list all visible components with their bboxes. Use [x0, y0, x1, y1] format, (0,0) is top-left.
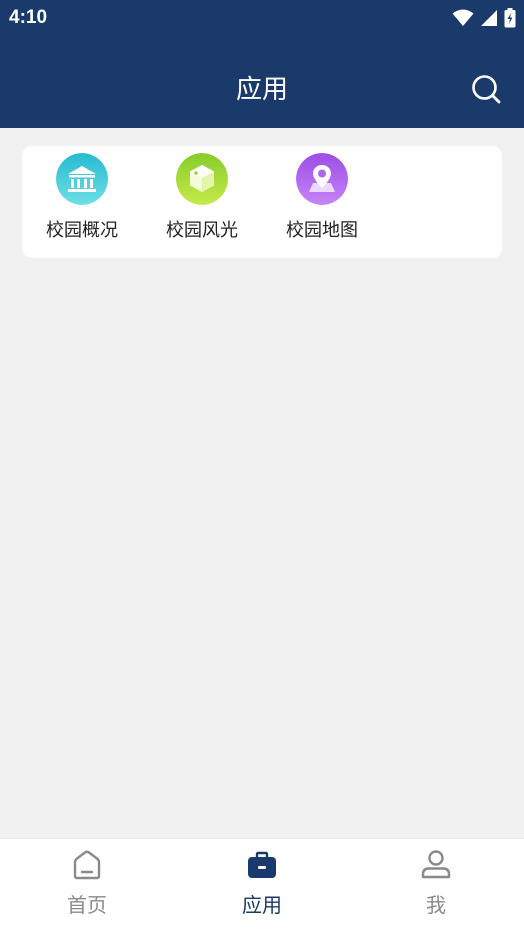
- header: 4:10 应用: [0, 0, 524, 128]
- app-campus-scenery[interactable]: 校园风光: [142, 146, 262, 258]
- apps-card: 校园概况 校园风光 校园地图: [22, 146, 502, 258]
- app-label: 校园概况: [46, 220, 118, 241]
- status-time: 4:10: [9, 7, 48, 28]
- app-campus-map[interactable]: 校园地图: [262, 146, 382, 258]
- campus-building-icon: [56, 153, 108, 205]
- cellular-signal-icon: [481, 10, 497, 26]
- nav-item-me[interactable]: 我: [349, 839, 523, 933]
- cube-icon: [176, 153, 228, 205]
- map-pin-icon: [296, 153, 348, 205]
- search-icon: [472, 75, 501, 104]
- app-label: 校园地图: [286, 220, 358, 241]
- nav-label: 首页: [67, 893, 107, 917]
- search-button[interactable]: [470, 73, 502, 105]
- app-screen: 4:10 应用 校园概况 校园风光 校园地图 首页 应用 我: [0, 0, 524, 933]
- nav-label: 应用: [242, 893, 282, 917]
- status-icons: [452, 6, 516, 30]
- nav-item-home[interactable]: 首页: [0, 839, 174, 933]
- page-title: 应用: [235, 75, 288, 105]
- bottom-nav: 首页 应用 我: [0, 838, 524, 933]
- app-label: 校园风光: [166, 220, 238, 241]
- app-campus-overview[interactable]: 校园概况: [22, 146, 142, 258]
- wifi-icon: [452, 9, 474, 26]
- battery-charging-icon: [504, 8, 516, 28]
- person-icon: [421, 850, 451, 879]
- briefcase-icon: [248, 851, 276, 878]
- nav-label: 我: [426, 893, 446, 917]
- home-icon: [73, 850, 101, 880]
- nav-item-apps[interactable]: 应用: [175, 839, 349, 933]
